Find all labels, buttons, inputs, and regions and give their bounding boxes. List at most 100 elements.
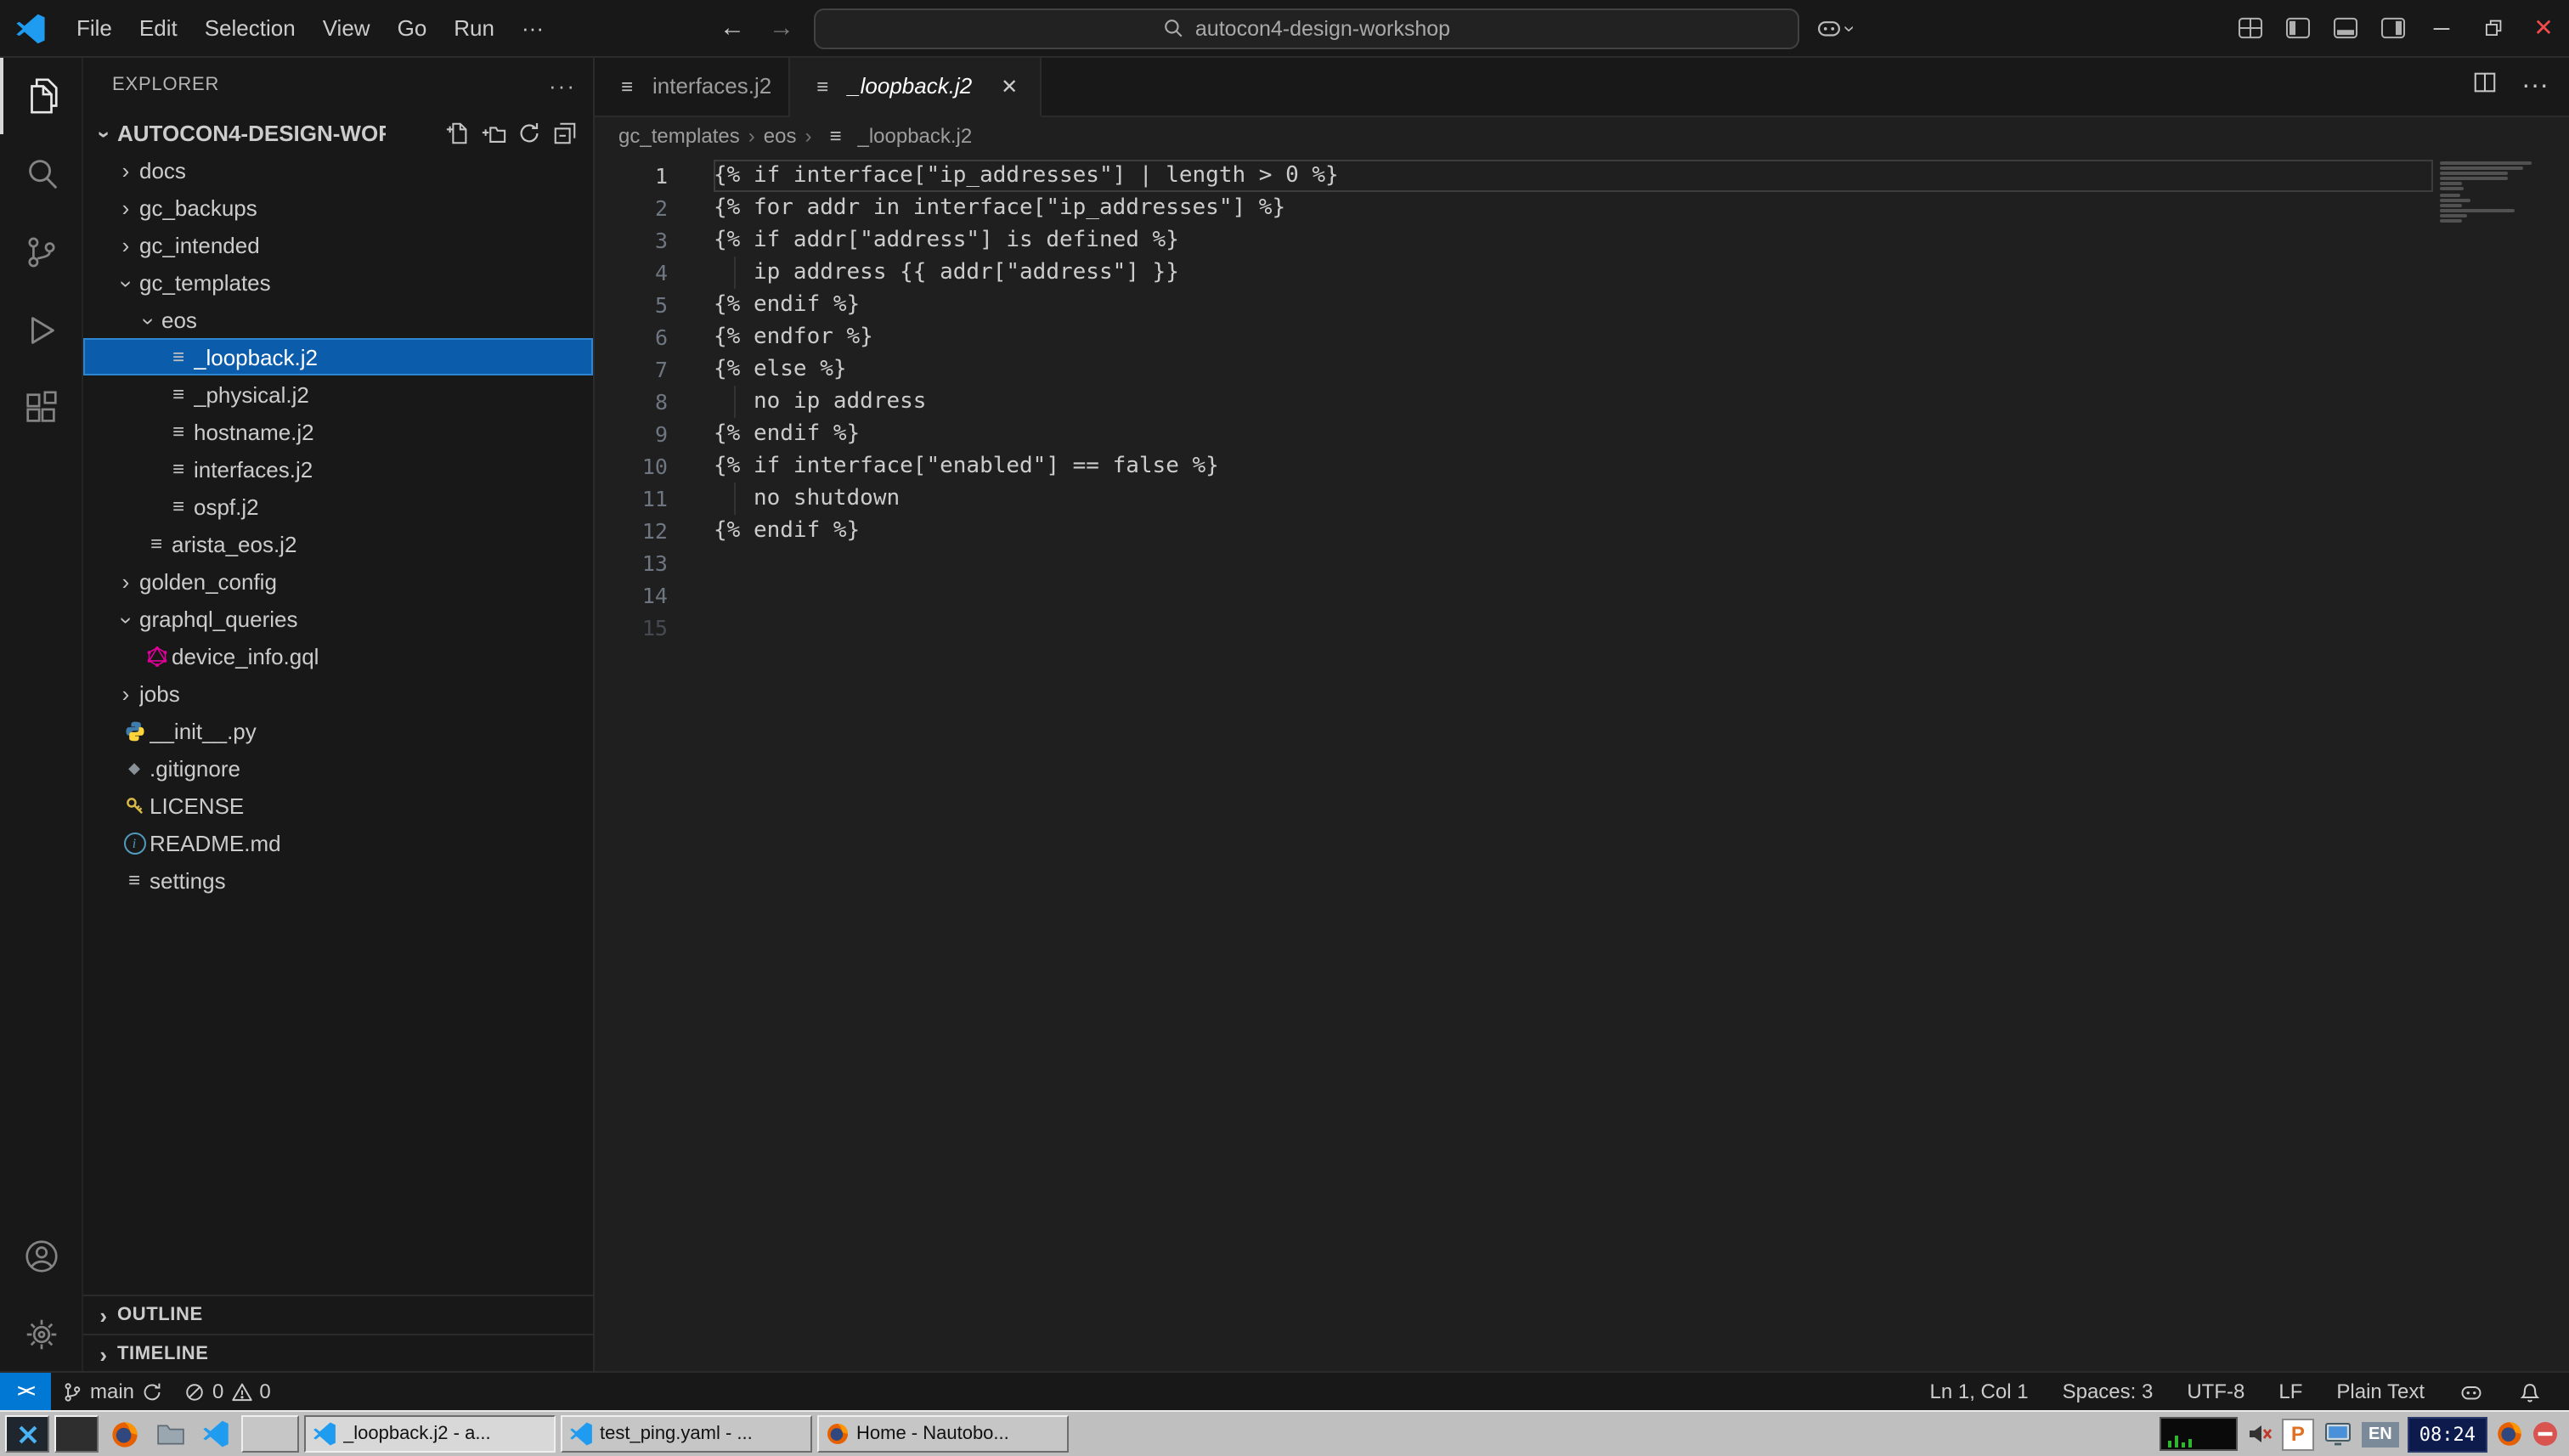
keyboard-layout-indicator[interactable]: EN	[2362, 1421, 2399, 1447]
copilot-button[interactable]: ›	[1815, 14, 1854, 42]
menu-view[interactable]: View	[309, 10, 384, 46]
tree-file-physical-j2[interactable]: ≡_physical.j2	[83, 375, 593, 413]
tree-file-interfaces-j2[interactable]: ≡interfaces.j2	[83, 450, 593, 488]
copilot-status-icon[interactable]	[2448, 1379, 2494, 1404]
code-line[interactable]: 6{% endfor %}	[595, 321, 2569, 353]
split-editor-icon[interactable]	[2472, 69, 2498, 103]
code-editor[interactable]: 1{% if interface["ip_addresses"] | lengt…	[595, 155, 2569, 1373]
editor-more-actions-icon[interactable]: ···	[2521, 71, 2549, 101]
breadcrumb-item-eos[interactable]: eos	[764, 124, 797, 148]
minimap[interactable]	[2440, 161, 2545, 224]
show-desktop-button[interactable]	[54, 1415, 99, 1453]
eol-status[interactable]: LF	[2268, 1380, 2312, 1403]
code-line[interactable]: 9{% endif %}	[595, 418, 2569, 450]
taskbar-empty-button[interactable]	[241, 1415, 299, 1453]
restore-button[interactable]	[2467, 0, 2518, 56]
new-file-icon[interactable]	[442, 117, 472, 148]
start-menu-button[interactable]	[5, 1415, 49, 1453]
timeline-section[interactable]: › TIMELINE	[83, 1334, 593, 1373]
menu-file[interactable]: File	[63, 10, 126, 46]
volume-muted-icon[interactable]	[2246, 1420, 2273, 1448]
tree-folder-golden-config[interactable]: ›golden_config	[83, 562, 593, 600]
git-branch-status[interactable]: main	[51, 1380, 173, 1403]
tree-folder-jobs[interactable]: ›jobs	[83, 674, 593, 712]
code-line[interactable]: 11 no shutdown	[595, 483, 2569, 515]
run-debug-activity-icon[interactable]	[0, 291, 82, 369]
code-line[interactable]: 12{% endif %}	[595, 515, 2569, 547]
tree-file-device-info-gql[interactable]: device_info.gql	[83, 637, 593, 674]
problems-status[interactable]: 0 0	[173, 1380, 281, 1403]
source-control-activity-icon[interactable]	[0, 212, 82, 291]
breadcrumb-item-loopback-j2[interactable]: ≡_loopback.j2	[820, 122, 972, 150]
tree-file-ospf-j2[interactable]: ≡ospf.j2	[83, 488, 593, 525]
logout-icon[interactable]	[2532, 1420, 2559, 1448]
tree-folder-graphql-queries[interactable]: ›graphql_queries	[83, 600, 593, 637]
tree-folder-gc-templates[interactable]: ›gc_templates	[83, 263, 593, 301]
explorer-more-actions-icon[interactable]: ···	[549, 72, 576, 98]
account-icon[interactable]	[0, 1216, 82, 1295]
vscode-launcher-icon[interactable]	[195, 1415, 236, 1453]
explorer-activity-icon[interactable]	[0, 56, 82, 134]
outline-section[interactable]: › OUTLINE	[83, 1295, 593, 1334]
tree-folder-docs[interactable]: ›docs	[83, 151, 593, 189]
code-line[interactable]: 3{% if addr["address"] is defined %}	[595, 224, 2569, 257]
tree-file-settings[interactable]: ≡settings	[83, 861, 593, 899]
code-line[interactable]: 10{% if interface["enabled"] == false %}	[595, 450, 2569, 483]
taskbar-window-test-ping-yaml[interactable]: test_ping.yaml - ...	[561, 1415, 812, 1453]
close-button[interactable]: ✕	[2518, 0, 2569, 56]
menu-edit[interactable]: Edit	[126, 10, 191, 46]
taskbar-clock[interactable]: 08:24	[2408, 1416, 2487, 1452]
remote-indicator[interactable]: ><	[0, 1373, 51, 1410]
back-button[interactable]: ←	[715, 14, 749, 42]
tree-folder-gc-intended[interactable]: ›gc_intended	[83, 226, 593, 263]
firefox-launcher-icon[interactable]	[104, 1415, 144, 1453]
code-line[interactable]: 8 no ip address	[595, 386, 2569, 418]
code-line[interactable]: 1{% if interface["ip_addresses"] | lengt…	[595, 160, 2569, 192]
clipboard-manager-icon[interactable]: P	[2282, 1418, 2314, 1450]
tree-folder-gc-backups[interactable]: ›gc_backups	[83, 189, 593, 226]
tree-file-gitignore[interactable]: ◆.gitignore	[83, 749, 593, 787]
code-line[interactable]: 13	[595, 547, 2569, 579]
search-activity-icon[interactable]	[0, 134, 82, 212]
display-settings-icon[interactable]	[2323, 1420, 2353, 1448]
code-line[interactable]: 14	[595, 579, 2569, 612]
tab-interfaces-j2[interactable]: ≡interfaces.j2	[595, 56, 790, 116]
language-mode-status[interactable]: Plain Text	[2326, 1380, 2435, 1403]
code-line[interactable]: 5{% endif %}	[595, 289, 2569, 321]
toggle-sidebar-left-icon[interactable]	[2273, 0, 2321, 56]
firefox-tray-icon[interactable]	[2496, 1420, 2523, 1448]
menu-go[interactable]: Go	[384, 10, 441, 46]
taskbar-window-loopback-j2-a[interactable]: _loopback.j2 - a...	[304, 1415, 556, 1453]
tab-loopback-j2[interactable]: ≡_loopback.j2✕	[790, 56, 1042, 117]
code-line[interactable]: 2{% for addr in interface["ip_addresses"…	[595, 192, 2569, 224]
network-monitor[interactable]	[2160, 1417, 2238, 1451]
toggle-panel-icon[interactable]	[2321, 0, 2369, 56]
menu-run[interactable]: Run	[440, 10, 508, 46]
indentation-status[interactable]: Spaces: 3	[2052, 1380, 2164, 1403]
notifications-bell-icon[interactable]	[2508, 1380, 2552, 1403]
collapse-folders-icon[interactable]	[549, 117, 579, 148]
tree-file-init-py[interactable]: __init__.py	[83, 712, 593, 749]
tree-file-arista-eos-j2[interactable]: ≡arista_eos.j2	[83, 525, 593, 562]
close-tab-icon[interactable]: ✕	[996, 74, 1023, 98]
menu-selection[interactable]: Selection	[191, 10, 309, 46]
cursor-position-status[interactable]: Ln 1, Col 1	[1920, 1380, 2039, 1403]
menu-more[interactable]: ···	[508, 10, 557, 46]
new-folder-icon[interactable]	[477, 117, 508, 148]
forward-button[interactable]: →	[765, 14, 799, 42]
file-manager-launcher-icon[interactable]	[150, 1415, 190, 1453]
tree-file-readme-md[interactable]: iREADME.md	[83, 824, 593, 861]
code-line[interactable]: 7{% else %}	[595, 353, 2569, 386]
tree-file-hostname-j2[interactable]: ≡hostname.j2	[83, 413, 593, 450]
tree-file-license[interactable]: LICENSE	[83, 787, 593, 824]
command-center-search[interactable]: autocon4-design-workshop	[814, 8, 1799, 48]
tree-folder-eos[interactable]: ›eos	[83, 301, 593, 338]
breadcrumb-item-gc-templates[interactable]: gc_templates	[618, 124, 740, 148]
extensions-activity-icon[interactable]	[0, 369, 82, 447]
taskbar-window-home-nautobo[interactable]: Home - Nautobo...	[817, 1415, 1069, 1453]
customize-layout-icon[interactable]	[2226, 0, 2273, 56]
refresh-icon[interactable]	[513, 117, 544, 148]
code-line[interactable]: 4 ip address {{ addr["address"] }}	[595, 257, 2569, 289]
toggle-sidebar-right-icon[interactable]	[2369, 0, 2416, 56]
settings-gear-icon[interactable]	[0, 1295, 82, 1373]
